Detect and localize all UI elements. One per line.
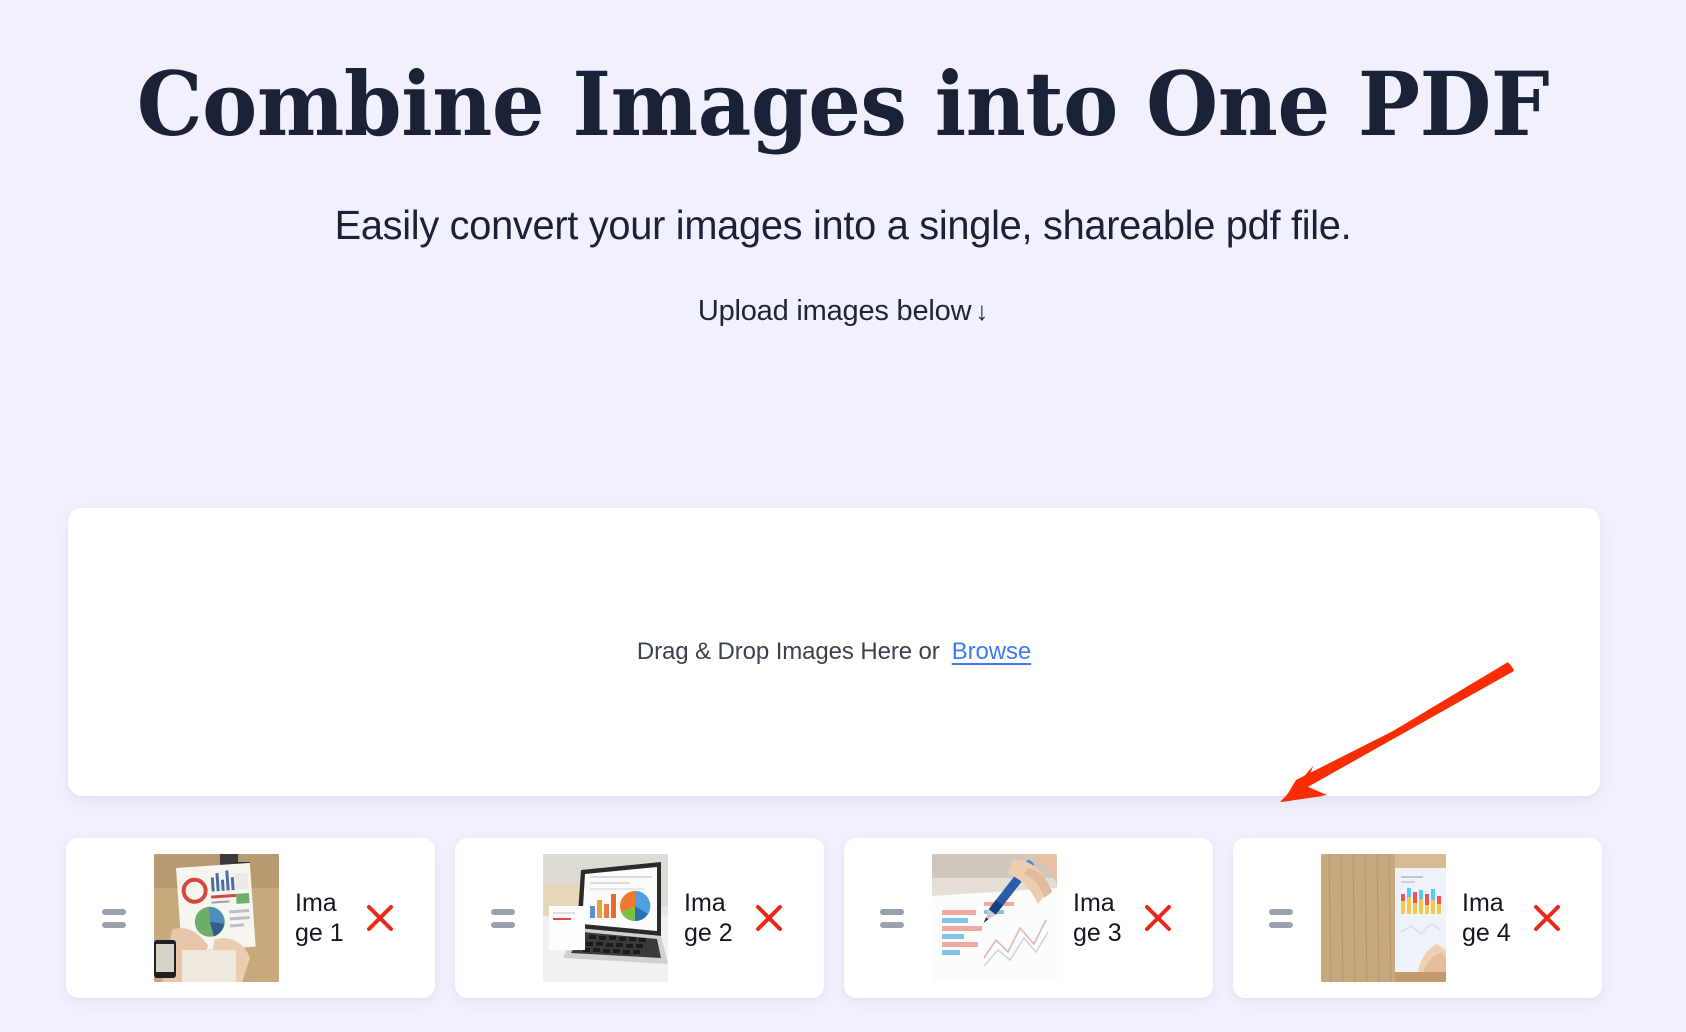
close-icon — [1534, 905, 1560, 931]
remove-image-button[interactable] — [1135, 895, 1181, 941]
close-icon — [756, 905, 782, 931]
item-label: Image 3 — [1073, 888, 1122, 948]
arrow-down-icon: ↓ — [975, 296, 989, 327]
drag-handle-icon[interactable] — [491, 908, 521, 928]
hero-section: Combine Images into One PDF Easily conve… — [0, 0, 1686, 328]
list-item[interactable]: Image 1 — [66, 838, 435, 998]
item-label: Image 4 — [1462, 888, 1511, 948]
remove-image-button[interactable] — [1524, 895, 1570, 941]
page-subtitle: Easily convert your images into a single… — [334, 202, 1352, 249]
page-title: Combine Images into One PDF — [136, 52, 1550, 156]
close-icon — [1145, 905, 1171, 931]
list-item[interactable]: Image 4 — [1233, 838, 1602, 998]
thumbnail-image-1 — [154, 854, 279, 982]
thumbnail-image-2 — [543, 854, 668, 982]
page-root: Combine Images into One PDF Easily conve… — [0, 0, 1686, 1032]
remove-image-button[interactable] — [357, 895, 403, 941]
list-item[interactable]: Image 2 — [455, 838, 824, 998]
list-item[interactable]: Image 3 — [844, 838, 1213, 998]
upload-hint: Upload images below ↓ — [0, 295, 1686, 328]
remove-image-button[interactable] — [746, 895, 792, 941]
close-icon — [367, 905, 393, 931]
drag-handle-icon[interactable] — [1269, 908, 1299, 928]
drag-handle-icon[interactable] — [880, 908, 910, 928]
drag-handle-icon[interactable] — [102, 908, 132, 928]
item-label: Image 1 — [295, 888, 344, 948]
browse-link[interactable]: Browse — [952, 638, 1032, 666]
item-label: Image 2 — [684, 888, 733, 948]
dropzone-prompt: Drag & Drop Images Here or — [636, 638, 940, 665]
upload-hint-text: Upload images below — [697, 295, 972, 328]
thumbnail-image-4 — [1321, 854, 1446, 982]
uploaded-images-list: Image 1 Image 2 Image 3 Image 4 — [66, 838, 1602, 998]
dropzone[interactable]: Drag & Drop Images Here or Browse — [68, 508, 1600, 796]
thumbnail-image-3 — [932, 854, 1057, 982]
dropzone-text: Drag & Drop Images Here or Browse — [637, 638, 1031, 666]
